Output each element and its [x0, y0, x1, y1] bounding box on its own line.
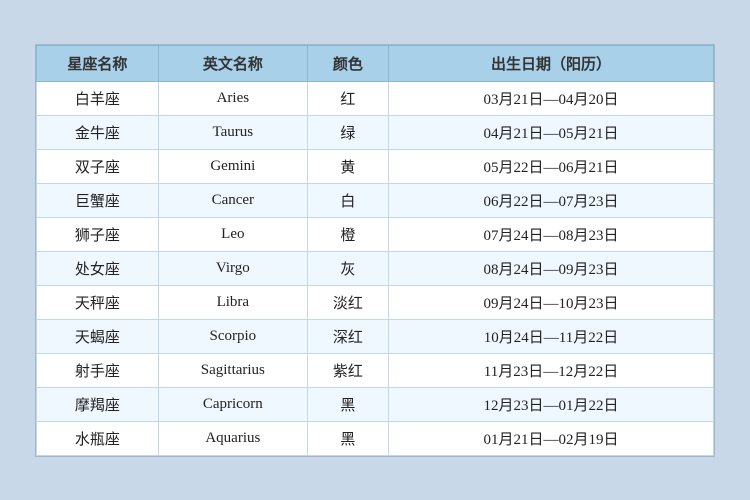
cell-color-9: 黑 [307, 387, 388, 421]
cell-date-2: 05月22日—06月21日 [389, 149, 714, 183]
cell-color-7: 深红 [307, 319, 388, 353]
cell-english-9: Capricorn [158, 387, 307, 421]
cell-date-6: 09月24日—10月23日 [389, 285, 714, 319]
cell-chinese-2: 双子座 [37, 149, 159, 183]
cell-date-8: 11月23日—12月22日 [389, 353, 714, 387]
cell-english-2: Gemini [158, 149, 307, 183]
cell-chinese-3: 巨蟹座 [37, 183, 159, 217]
cell-date-5: 08月24日—09月23日 [389, 251, 714, 285]
cell-english-0: Aries [158, 81, 307, 115]
cell-chinese-4: 狮子座 [37, 217, 159, 251]
header-chinese: 星座名称 [37, 45, 159, 81]
table-row: 水瓶座Aquarius黑01月21日—02月19日 [37, 421, 714, 455]
header-english: 英文名称 [158, 45, 307, 81]
cell-date-1: 04月21日—05月21日 [389, 115, 714, 149]
table-row: 摩羯座Capricorn黑12月23日—01月22日 [37, 387, 714, 421]
cell-chinese-8: 射手座 [37, 353, 159, 387]
cell-color-1: 绿 [307, 115, 388, 149]
cell-color-3: 白 [307, 183, 388, 217]
cell-chinese-9: 摩羯座 [37, 387, 159, 421]
cell-english-7: Scorpio [158, 319, 307, 353]
table-row: 双子座Gemini黄05月22日—06月21日 [37, 149, 714, 183]
cell-chinese-6: 天秤座 [37, 285, 159, 319]
cell-chinese-10: 水瓶座 [37, 421, 159, 455]
cell-color-4: 橙 [307, 217, 388, 251]
table-row: 处女座Virgo灰08月24日—09月23日 [37, 251, 714, 285]
header-color: 颜色 [307, 45, 388, 81]
table-row: 射手座Sagittarius紫红11月23日—12月22日 [37, 353, 714, 387]
cell-date-9: 12月23日—01月22日 [389, 387, 714, 421]
cell-color-5: 灰 [307, 251, 388, 285]
cell-color-0: 红 [307, 81, 388, 115]
table-row: 狮子座Leo橙07月24日—08月23日 [37, 217, 714, 251]
zodiac-table: 星座名称 英文名称 颜色 出生日期（阳历） 白羊座Aries红03月21日—04… [36, 45, 714, 456]
zodiac-table-wrapper: 星座名称 英文名称 颜色 出生日期（阳历） 白羊座Aries红03月21日—04… [35, 44, 715, 457]
cell-color-6: 淡红 [307, 285, 388, 319]
table-row: 天蝎座Scorpio深红10月24日—11月22日 [37, 319, 714, 353]
header-date: 出生日期（阳历） [389, 45, 714, 81]
cell-chinese-5: 处女座 [37, 251, 159, 285]
table-row: 巨蟹座Cancer白06月22日—07月23日 [37, 183, 714, 217]
cell-date-0: 03月21日—04月20日 [389, 81, 714, 115]
table-row: 天秤座Libra淡红09月24日—10月23日 [37, 285, 714, 319]
cell-color-2: 黄 [307, 149, 388, 183]
cell-chinese-1: 金牛座 [37, 115, 159, 149]
table-body: 白羊座Aries红03月21日—04月20日金牛座Taurus绿04月21日—0… [37, 81, 714, 455]
cell-english-5: Virgo [158, 251, 307, 285]
cell-english-3: Cancer [158, 183, 307, 217]
cell-english-8: Sagittarius [158, 353, 307, 387]
table-header-row: 星座名称 英文名称 颜色 出生日期（阳历） [37, 45, 714, 81]
cell-date-7: 10月24日—11月22日 [389, 319, 714, 353]
cell-english-6: Libra [158, 285, 307, 319]
cell-english-4: Leo [158, 217, 307, 251]
cell-color-8: 紫红 [307, 353, 388, 387]
cell-chinese-7: 天蝎座 [37, 319, 159, 353]
cell-date-10: 01月21日—02月19日 [389, 421, 714, 455]
cell-english-10: Aquarius [158, 421, 307, 455]
cell-date-4: 07月24日—08月23日 [389, 217, 714, 251]
table-row: 金牛座Taurus绿04月21日—05月21日 [37, 115, 714, 149]
cell-color-10: 黑 [307, 421, 388, 455]
table-row: 白羊座Aries红03月21日—04月20日 [37, 81, 714, 115]
cell-chinese-0: 白羊座 [37, 81, 159, 115]
cell-english-1: Taurus [158, 115, 307, 149]
cell-date-3: 06月22日—07月23日 [389, 183, 714, 217]
